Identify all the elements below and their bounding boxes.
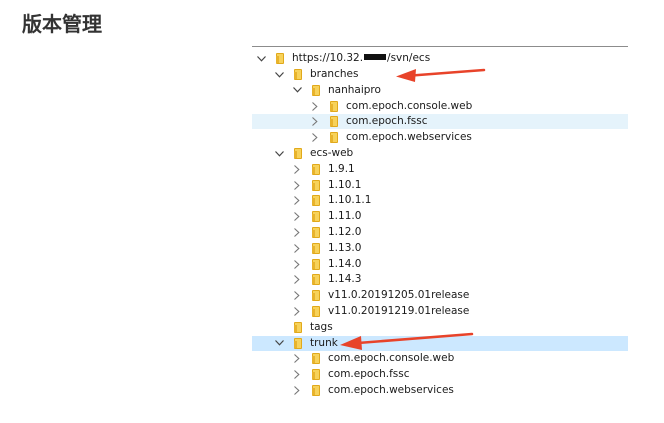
tree-item[interactable]: com.epoch.fssc bbox=[252, 114, 628, 130]
chevron-down-icon[interactable] bbox=[274, 146, 284, 161]
folder-icon bbox=[312, 163, 320, 175]
tree-item[interactable]: com.epoch.webservices bbox=[252, 383, 628, 398]
tree-item-label: 1.10.1 bbox=[328, 178, 362, 191]
tree-item[interactable]: v11.0.20191219.01release bbox=[252, 304, 628, 319]
folder-icon bbox=[312, 274, 320, 286]
tree-item-label: 1.9.1 bbox=[328, 162, 355, 175]
chevron-right-icon[interactable] bbox=[292, 209, 302, 224]
chevron-right-icon[interactable] bbox=[292, 225, 302, 240]
tree-item-label: nanhaipro bbox=[328, 83, 381, 96]
folder-icon bbox=[312, 258, 320, 270]
tree-item-label: com.epoch.webservices bbox=[346, 131, 472, 144]
chevron-right-icon[interactable] bbox=[292, 272, 302, 287]
folder-icon bbox=[312, 353, 320, 365]
folder-icon bbox=[330, 132, 338, 144]
chevron-right-icon[interactable] bbox=[310, 114, 320, 129]
tree-item[interactable]: nanhaipro bbox=[252, 83, 628, 98]
chevron-right-icon[interactable] bbox=[292, 304, 302, 319]
tree-item[interactable]: 1.14.0 bbox=[252, 257, 628, 272]
folder-icon bbox=[312, 227, 320, 238]
repository-url-suffix: /svn/ecs bbox=[387, 52, 431, 64]
tree-item-label: com.epoch.console.web bbox=[328, 352, 455, 365]
chevron-down-icon[interactable] bbox=[274, 336, 284, 351]
chevron-right-icon[interactable] bbox=[292, 241, 302, 256]
chevron-right-icon[interactable] bbox=[292, 288, 302, 303]
tree-item-label: com.epoch.fssc bbox=[328, 368, 410, 381]
tree-item[interactable]: ecs-web bbox=[252, 146, 628, 161]
tree-item[interactable]: 1.14.3 bbox=[252, 272, 628, 287]
chevron-right-icon[interactable] bbox=[292, 367, 302, 382]
chevron-right-icon[interactable] bbox=[310, 99, 320, 114]
folder-icon bbox=[312, 385, 320, 396]
redacted-address bbox=[364, 54, 387, 60]
tree-item[interactable]: 1.12.0 bbox=[252, 225, 628, 240]
folder-icon bbox=[294, 321, 302, 333]
folder-icon bbox=[312, 195, 320, 207]
tree-item[interactable]: com.epoch.webservices bbox=[252, 130, 628, 145]
tree-item[interactable]: com.epoch.console.web bbox=[252, 99, 628, 114]
tree-item-label: com.epoch.console.web bbox=[346, 99, 473, 112]
chevron-down-icon[interactable] bbox=[274, 67, 284, 82]
tree-item[interactable]: com.epoch.fssc bbox=[252, 367, 628, 382]
folder-icon bbox=[294, 69, 302, 80]
folder-icon bbox=[312, 179, 320, 191]
tree-item-label: com.epoch.fssc bbox=[346, 115, 428, 128]
folder-icon bbox=[312, 306, 320, 317]
folder-icon bbox=[330, 100, 338, 112]
tree-item[interactable]: com.epoch.console.web bbox=[252, 351, 628, 366]
annotation-arrow-branches bbox=[396, 68, 486, 82]
folder-icon bbox=[294, 337, 302, 349]
tree-item[interactable]: 1.10.1.1 bbox=[252, 193, 628, 208]
chevron-down-icon[interactable] bbox=[256, 51, 266, 66]
tree-item[interactable]: v11.0.20191205.01release bbox=[252, 288, 628, 303]
folder-icon bbox=[312, 290, 320, 302]
tree-item[interactable]: 1.13.0 bbox=[252, 241, 628, 256]
chevron-right-icon[interactable] bbox=[292, 257, 302, 272]
tree-item-label: com.epoch.webservices bbox=[328, 384, 454, 396]
tree-item-label: v11.0.20191219.01release bbox=[328, 305, 470, 317]
folder-icon bbox=[330, 116, 338, 128]
tree-item-label: ecs-web bbox=[310, 147, 354, 159]
tree-item[interactable]: 1.10.1 bbox=[252, 178, 628, 193]
chevron-right-icon[interactable] bbox=[292, 193, 302, 208]
tree-item-label: tags bbox=[310, 320, 333, 333]
tree-item-label: 1.12.0 bbox=[328, 226, 362, 238]
repository-url-prefix: https://10.32. bbox=[292, 52, 364, 64]
folder-icon bbox=[312, 369, 320, 381]
folder-icon bbox=[312, 242, 320, 254]
annotation-arrow-trunk bbox=[340, 332, 474, 350]
page-title: 版本管理 bbox=[22, 12, 102, 36]
chevron-down-icon[interactable] bbox=[292, 83, 302, 98]
chevron-right-icon[interactable] bbox=[292, 351, 302, 366]
tree-item[interactable]: 1.9.1 bbox=[252, 162, 628, 177]
folder-icon bbox=[294, 148, 302, 159]
tree-item-label: v11.0.20191205.01release bbox=[328, 289, 470, 302]
tree-item-label: 1.14.0 bbox=[328, 257, 362, 270]
tree-item-label: branches bbox=[310, 68, 359, 80]
chevron-right-icon[interactable] bbox=[310, 130, 320, 145]
folder-icon bbox=[276, 53, 284, 64]
tree-item-label: 1.11.0 bbox=[328, 210, 362, 223]
chevron-right-icon[interactable] bbox=[292, 178, 302, 193]
tree-item-label: 1.10.1.1 bbox=[328, 194, 372, 207]
chevron-right-icon[interactable] bbox=[292, 383, 302, 398]
folder-icon bbox=[312, 211, 320, 223]
folder-icon bbox=[312, 84, 320, 96]
tree-item-label: 1.13.0 bbox=[328, 241, 362, 254]
tree-item-label: 1.14.3 bbox=[328, 273, 362, 286]
chevron-right-icon[interactable] bbox=[292, 162, 302, 177]
tree-item[interactable]: 1.11.0 bbox=[252, 209, 628, 224]
